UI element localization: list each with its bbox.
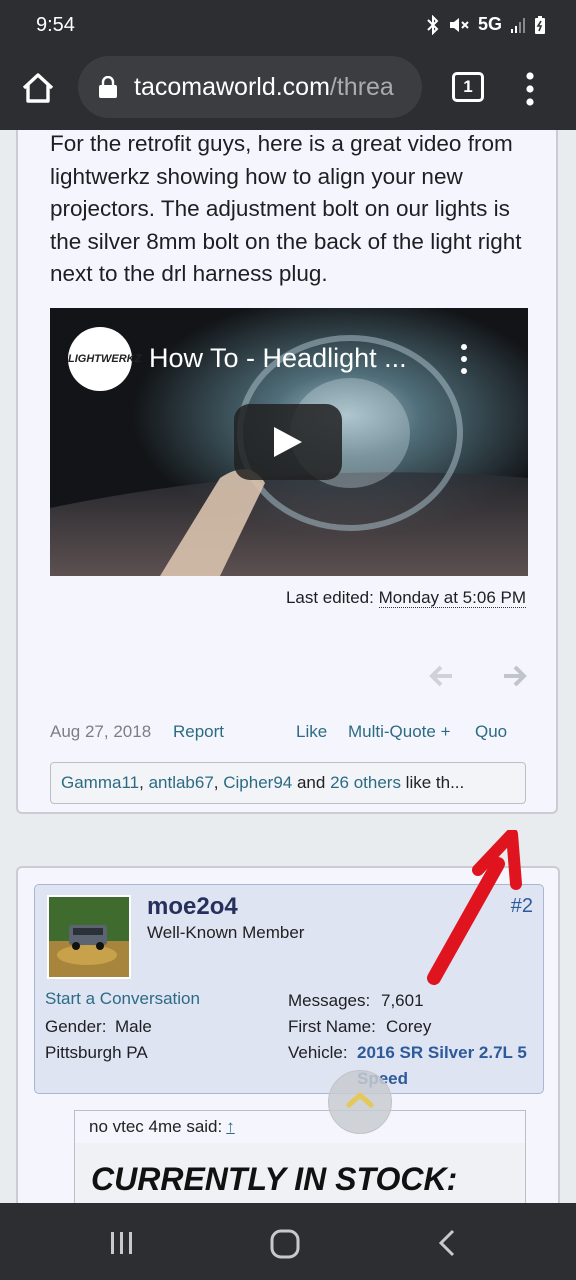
status-time: 9:54 xyxy=(36,14,75,36)
home-icon[interactable] xyxy=(20,70,56,106)
liker-link[interactable]: antlab67 xyxy=(149,773,214,792)
status-bar: 9:54 5G xyxy=(0,0,576,52)
first-name-value: Corey xyxy=(386,1017,432,1036)
like-link[interactable]: Like xyxy=(296,722,327,742)
chevron-up-icon xyxy=(346,1092,374,1108)
user-title: Well-Known Member xyxy=(147,923,305,942)
location-value: Pittsburgh PA xyxy=(45,1043,148,1062)
quote-header: no vtec 4me said: ↑ xyxy=(89,1117,235,1137)
gender-label: Gender: xyxy=(45,1017,107,1036)
quote-link[interactable]: Quo xyxy=(475,722,507,742)
annotation-arrow xyxy=(427,830,522,985)
video-play-button[interactable] xyxy=(234,404,342,480)
post-body-text: For the retrofit guys, here is a great v… xyxy=(50,131,522,287)
scroll-to-top-button[interactable] xyxy=(328,1070,392,1134)
vehicle-label: Vehicle: xyxy=(288,1043,348,1062)
likes-and: and xyxy=(292,773,331,792)
tab-switcher-button[interactable]: 1 xyxy=(452,72,484,102)
arrow-left-icon[interactable] xyxy=(428,664,454,688)
nav-home-icon[interactable] xyxy=(270,1229,300,1259)
start-conversation-link[interactable]: Start a Conversation xyxy=(45,989,200,1009)
overflow-menu-icon[interactable] xyxy=(526,72,534,106)
url-host: tacomaworld.com xyxy=(134,73,330,101)
lock-icon xyxy=(99,76,117,98)
signal-icon xyxy=(511,17,525,33)
arrow-right-icon[interactable] xyxy=(502,664,528,688)
system-nav-bar xyxy=(0,1203,576,1280)
gender-value: Male xyxy=(115,1017,152,1036)
video-more-icon[interactable] xyxy=(461,344,467,374)
messages-value: 7,601 xyxy=(381,991,424,1010)
likes-summary: Gamma11, antlab67, Cipher94 and 26 other… xyxy=(50,762,526,804)
quote-block: no vtec 4me said: ↑ CURRENTLY IN STOCK: xyxy=(74,1110,526,1203)
quote-author: no vtec 4me said: xyxy=(89,1117,223,1136)
avatar-image xyxy=(49,897,129,977)
recent-apps-icon[interactable] xyxy=(108,1231,136,1255)
likes-others-link[interactable]: 26 others xyxy=(330,773,401,792)
multi-quote-link[interactable]: Multi-Quote + xyxy=(348,722,451,742)
url-text: tacomaworld.com/threa xyxy=(134,73,394,102)
play-icon xyxy=(274,427,302,457)
quote-jump-link[interactable]: ↑ xyxy=(226,1117,235,1136)
battery-icon xyxy=(535,15,545,34)
avatar[interactable] xyxy=(47,895,131,979)
mute-icon xyxy=(449,17,469,32)
liker-link[interactable]: Gamma11 xyxy=(61,773,139,792)
status-icons: 5G xyxy=(426,14,546,35)
browser-toolbar: tacomaworld.com/threa 1 xyxy=(0,52,576,130)
forum-post: For the retrofit guys, here is a great v… xyxy=(16,130,558,814)
report-link[interactable]: Report xyxy=(173,722,224,742)
quote-body: CURRENTLY IN STOCK: xyxy=(75,1143,525,1203)
url-bar[interactable]: tacomaworld.com/threa xyxy=(78,56,422,118)
last-edited-date[interactable]: Monday at 5:06 PM xyxy=(378,588,526,608)
post-date[interactable]: Aug 27, 2018 xyxy=(50,722,151,742)
bluetooth-icon xyxy=(427,14,439,35)
video-embed[interactable]: LIGHTWERKZ How To - Headlight ... xyxy=(50,308,528,576)
username-link[interactable]: moe2o4 xyxy=(147,893,238,921)
video-title[interactable]: How To - Headlight ... xyxy=(149,343,407,374)
first-name-label: First Name: xyxy=(288,1017,376,1036)
likes-suffix: like th... xyxy=(400,773,465,792)
messages-label: Messages: xyxy=(288,991,371,1010)
last-edited: Last edited: Monday at 5:06 PM xyxy=(286,588,526,608)
channel-logo[interactable]: LIGHTWERKZ xyxy=(68,327,141,391)
last-edited-label: Last edited: xyxy=(285,588,374,607)
back-icon[interactable] xyxy=(438,1229,456,1257)
page-content: For the retrofit guys, here is a great v… xyxy=(0,130,576,1203)
likes-separator: , xyxy=(139,773,149,792)
network-label: 5G xyxy=(477,14,502,34)
liker-link[interactable]: Cipher94 xyxy=(223,773,292,792)
quote-headline: CURRENTLY IN STOCK: xyxy=(91,1161,458,1197)
url-path: /threa xyxy=(329,73,394,101)
post-actions: Aug 27, 2018 Report Like Multi-Quote + Q… xyxy=(50,722,530,746)
likes-separator: , xyxy=(213,773,224,792)
